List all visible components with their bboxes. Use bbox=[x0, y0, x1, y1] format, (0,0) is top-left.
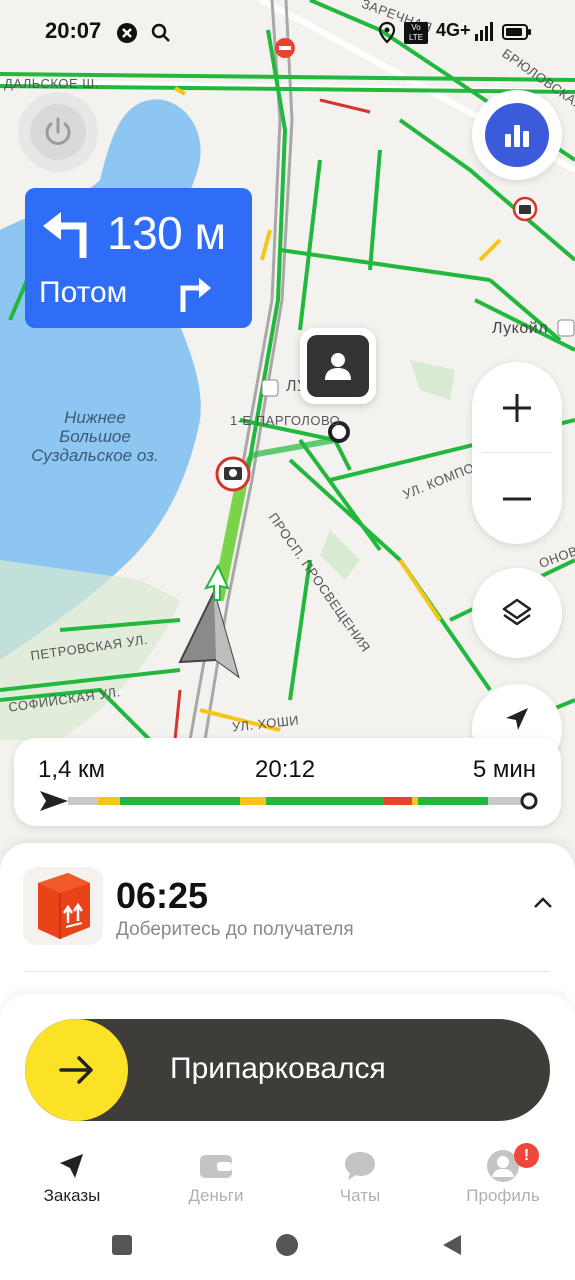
layers-button[interactable] bbox=[472, 568, 562, 658]
tab-label: Профиль bbox=[466, 1186, 540, 1205]
tab-label: Чаты bbox=[339, 1186, 381, 1205]
street-label: ДАЛЬСКОЕ Ш. bbox=[4, 76, 99, 91]
layers-icon bbox=[502, 598, 532, 626]
home-button[interactable] bbox=[275, 1233, 299, 1257]
finish-point-icon bbox=[520, 792, 538, 810]
tab-chats[interactable]: Чаты bbox=[310, 1148, 410, 1212]
poi-label: Лукойл bbox=[492, 320, 549, 337]
route-eta: 20:12 bbox=[255, 756, 316, 783]
wallet-icon bbox=[200, 1155, 232, 1178]
volte-icon: Vo LTE bbox=[404, 22, 428, 44]
stats-button[interactable] bbox=[472, 90, 562, 180]
plus-icon bbox=[503, 393, 531, 422]
tab-orders[interactable]: Заказы bbox=[22, 1148, 122, 1212]
maneuver-then-label: Потом bbox=[39, 276, 128, 309]
parked-slider[interactable]: Припарковался bbox=[25, 1019, 550, 1121]
start-arrow-icon bbox=[40, 791, 68, 811]
route-duration: 5 мин bbox=[472, 756, 536, 783]
recents-button[interactable] bbox=[111, 1234, 133, 1256]
order-status-text: Доберитесь до получателя bbox=[116, 919, 354, 940]
lake-label: Нижнее Большое Суздальское оз. bbox=[31, 408, 159, 465]
power-button[interactable] bbox=[18, 92, 98, 172]
back-button[interactable] bbox=[441, 1233, 463, 1257]
slider-knob[interactable] bbox=[25, 1019, 128, 1121]
bar-chart-icon bbox=[505, 125, 529, 147]
route-progress-card[interactable]: 1,4 км 20:12 5 мин bbox=[14, 738, 561, 826]
status-time: 20:07 bbox=[45, 18, 102, 43]
bottom-tab-bar: Заказы Деньги Чаты Профиль bbox=[0, 1140, 575, 1216]
profile-alert-badge: ! bbox=[514, 1143, 539, 1168]
power-icon bbox=[45, 117, 71, 145]
chat-bubble-icon bbox=[345, 1152, 375, 1180]
maneuver-panel: 130 м Потом bbox=[25, 188, 252, 328]
zoom-out-button[interactable] bbox=[472, 453, 562, 544]
battery-icon bbox=[502, 24, 531, 40]
network-type: 4G+ bbox=[436, 20, 471, 40]
route-distance: 1,4 км bbox=[38, 756, 106, 783]
signal-icon bbox=[475, 22, 493, 41]
zoom-controls bbox=[472, 362, 562, 544]
tab-label: Деньги bbox=[188, 1186, 244, 1205]
tab-money[interactable]: Деньги bbox=[166, 1148, 266, 1212]
turn-right-arrow-icon bbox=[180, 278, 211, 312]
x-circle-icon bbox=[117, 23, 137, 43]
navigation-arrow-icon bbox=[60, 1154, 83, 1178]
parcel-icon bbox=[23, 867, 103, 945]
minus-icon bbox=[503, 497, 531, 500]
turn-left-arrow-icon bbox=[43, 212, 87, 258]
route-traffic-bar bbox=[40, 791, 538, 811]
chevron-up-icon[interactable] bbox=[528, 893, 558, 913]
tab-label: Заказы bbox=[43, 1186, 101, 1205]
zoom-in-button[interactable] bbox=[472, 362, 562, 453]
order-timer: 06:25 bbox=[116, 875, 209, 916]
recipient-marker[interactable] bbox=[300, 328, 376, 404]
arrow-right-icon bbox=[58, 1056, 93, 1084]
divider bbox=[25, 971, 549, 972]
status-bar: 20:07 Vo LTE 4G+ bbox=[0, 0, 575, 64]
speed-camera-icon bbox=[215, 456, 251, 492]
search-icon bbox=[151, 23, 170, 42]
street-label: 1-Е ПАРГОЛОВО bbox=[230, 413, 341, 428]
location-pin-icon bbox=[378, 21, 396, 44]
person-icon bbox=[325, 353, 351, 380]
maneuver-distance: 130 м bbox=[107, 207, 226, 259]
navigation-arrow-icon bbox=[506, 708, 528, 730]
slider-label: Припарковался bbox=[170, 1052, 386, 1085]
system-nav-bar bbox=[0, 1216, 575, 1280]
